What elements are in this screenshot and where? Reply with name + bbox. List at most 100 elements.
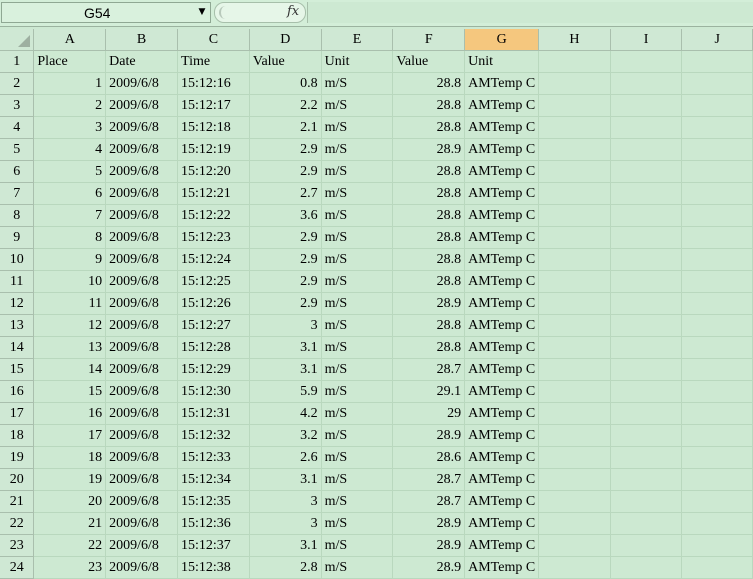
cell-a24[interactable]: 23 xyxy=(33,556,107,579)
cell-j18[interactable] xyxy=(681,424,753,447)
cell-d12[interactable]: 2.9 xyxy=(249,292,322,315)
cell-c10[interactable]: 15:12:24 xyxy=(177,248,250,271)
cell-h20[interactable] xyxy=(538,468,611,491)
cell-i6[interactable] xyxy=(610,160,683,183)
cell-b17[interactable]: 2009/6/8 xyxy=(105,402,179,425)
cell-a2[interactable]: 1 xyxy=(33,72,107,95)
cell-e3[interactable]: m/S xyxy=(321,94,394,117)
cell-h17[interactable] xyxy=(538,402,611,425)
row-header[interactable]: 24 xyxy=(0,556,35,579)
cell-d22[interactable]: 3 xyxy=(249,512,322,535)
cell-c11[interactable]: 15:12:25 xyxy=(177,270,250,293)
cell-f18[interactable]: 28.9 xyxy=(392,424,466,447)
column-header-f[interactable]: F xyxy=(392,29,466,51)
cell-e20[interactable]: m/S xyxy=(321,468,394,491)
cell-e5[interactable]: m/S xyxy=(321,138,394,161)
row-header[interactable]: 7 xyxy=(0,182,35,205)
cell-h2[interactable] xyxy=(538,72,611,95)
row-header[interactable]: 5 xyxy=(0,138,35,161)
cell-i2[interactable] xyxy=(610,72,683,95)
cell-e11[interactable]: m/S xyxy=(321,270,394,293)
cell-h8[interactable] xyxy=(538,204,611,227)
cell-b13[interactable]: 2009/6/8 xyxy=(105,314,179,337)
row-header[interactable]: 14 xyxy=(0,336,35,359)
cell-j7[interactable] xyxy=(681,182,753,205)
cell-d24[interactable]: 2.8 xyxy=(249,556,322,579)
cell-f23[interactable]: 28.9 xyxy=(392,534,466,557)
cell-e24[interactable]: m/S xyxy=(321,556,394,579)
cell-c2[interactable]: 15:12:16 xyxy=(177,72,250,95)
cell-h11[interactable] xyxy=(538,270,611,293)
row-header[interactable]: 12 xyxy=(0,292,35,315)
cell-a15[interactable]: 14 xyxy=(33,358,107,381)
cell-j14[interactable] xyxy=(681,336,753,359)
cell-g3[interactable]: AMTemp C xyxy=(464,94,540,117)
cell-e22[interactable]: m/S xyxy=(321,512,394,535)
cell-d15[interactable]: 3.1 xyxy=(249,358,322,381)
cell-e4[interactable]: m/S xyxy=(321,116,394,139)
cell-e15[interactable]: m/S xyxy=(321,358,394,381)
cell-b23[interactable]: 2009/6/8 xyxy=(105,534,179,557)
row-header[interactable]: 18 xyxy=(0,424,35,447)
cell-e16[interactable]: m/S xyxy=(321,380,394,403)
cell-a16[interactable]: 15 xyxy=(33,380,107,403)
cell-h21[interactable] xyxy=(538,490,611,513)
column-header-j[interactable]: J xyxy=(681,29,753,51)
cell-h4[interactable] xyxy=(538,116,611,139)
cell-f15[interactable]: 28.7 xyxy=(392,358,466,381)
cell-e2[interactable]: m/S xyxy=(321,72,394,95)
cell-b7[interactable]: 2009/6/8 xyxy=(105,182,179,205)
cell-g13[interactable]: AMTemp C xyxy=(464,314,540,337)
cell-a7[interactable]: 6 xyxy=(33,182,107,205)
cell-f11[interactable]: 28.8 xyxy=(392,270,466,293)
cell-i20[interactable] xyxy=(610,468,683,491)
cell-f3[interactable]: 28.8 xyxy=(392,94,466,117)
formula-input[interactable] xyxy=(307,2,753,23)
cell-j11[interactable] xyxy=(681,270,753,293)
cell-a19[interactable]: 18 xyxy=(33,446,107,469)
row-header[interactable]: 1 xyxy=(0,50,35,73)
cell-g16[interactable]: AMTemp C xyxy=(464,380,540,403)
cell-a1[interactable]: Place xyxy=(33,50,107,73)
resize-handle-icon[interactable] xyxy=(219,6,231,19)
cell-a8[interactable]: 7 xyxy=(33,204,107,227)
cell-b18[interactable]: 2009/6/8 xyxy=(105,424,179,447)
insert-function-icon[interactable]: fx xyxy=(287,4,299,19)
cell-h3[interactable] xyxy=(538,94,611,117)
cell-a12[interactable]: 11 xyxy=(33,292,107,315)
cell-g20[interactable]: AMTemp C xyxy=(464,468,540,491)
cell-d18[interactable]: 3.2 xyxy=(249,424,322,447)
cell-c8[interactable]: 15:12:22 xyxy=(177,204,250,227)
cell-j1[interactable] xyxy=(681,50,753,73)
cell-h14[interactable] xyxy=(538,336,611,359)
cell-b10[interactable]: 2009/6/8 xyxy=(105,248,179,271)
cell-c18[interactable]: 15:12:32 xyxy=(177,424,250,447)
cell-j19[interactable] xyxy=(681,446,753,469)
cell-g19[interactable]: AMTemp C xyxy=(464,446,540,469)
cell-a4[interactable]: 3 xyxy=(33,116,107,139)
row-header[interactable]: 3 xyxy=(0,94,35,117)
cell-i22[interactable] xyxy=(610,512,683,535)
cell-b11[interactable]: 2009/6/8 xyxy=(105,270,179,293)
cell-c9[interactable]: 15:12:23 xyxy=(177,226,250,249)
cell-g23[interactable]: AMTemp C xyxy=(464,534,540,557)
cell-e21[interactable]: m/S xyxy=(321,490,394,513)
cell-i16[interactable] xyxy=(610,380,683,403)
cell-j3[interactable] xyxy=(681,94,753,117)
cell-b8[interactable]: 2009/6/8 xyxy=(105,204,179,227)
cell-f1[interactable]: Value xyxy=(392,50,466,73)
cell-c6[interactable]: 15:12:20 xyxy=(177,160,250,183)
cell-h22[interactable] xyxy=(538,512,611,535)
cell-i12[interactable] xyxy=(610,292,683,315)
cell-c20[interactable]: 15:12:34 xyxy=(177,468,250,491)
cell-g12[interactable]: AMTemp C xyxy=(464,292,540,315)
cell-c12[interactable]: 15:12:26 xyxy=(177,292,250,315)
cell-h15[interactable] xyxy=(538,358,611,381)
cell-f8[interactable]: 28.8 xyxy=(392,204,466,227)
cell-d16[interactable]: 5.9 xyxy=(249,380,322,403)
row-header[interactable]: 6 xyxy=(0,160,35,183)
cell-j13[interactable] xyxy=(681,314,753,337)
chevron-down-icon[interactable]: ▼ xyxy=(195,4,209,21)
cell-j21[interactable] xyxy=(681,490,753,513)
cell-g6[interactable]: AMTemp C xyxy=(464,160,540,183)
